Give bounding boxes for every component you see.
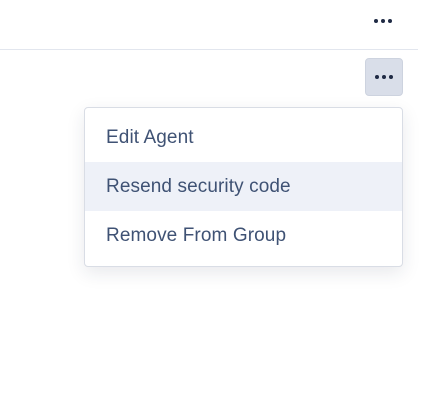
menu-item-remove-from-group[interactable]: Remove From Group <box>85 211 402 260</box>
menu-item-label: Edit Agent <box>106 126 194 148</box>
menu-item-edit-agent[interactable]: Edit Agent <box>85 113 402 162</box>
menu-item-resend-security-code[interactable]: Resend security code <box>85 162 402 211</box>
more-horizontal-icon <box>375 75 393 79</box>
more-horizontal-icon <box>374 19 392 23</box>
context-menu: Edit Agent Resend security code Remove F… <box>84 107 403 267</box>
top-bar <box>0 0 418 50</box>
row-more-button[interactable] <box>365 58 403 96</box>
menu-item-label: Resend security code <box>106 175 291 197</box>
menu-item-label: Remove From Group <box>106 224 287 246</box>
top-more-button[interactable] <box>364 2 402 40</box>
